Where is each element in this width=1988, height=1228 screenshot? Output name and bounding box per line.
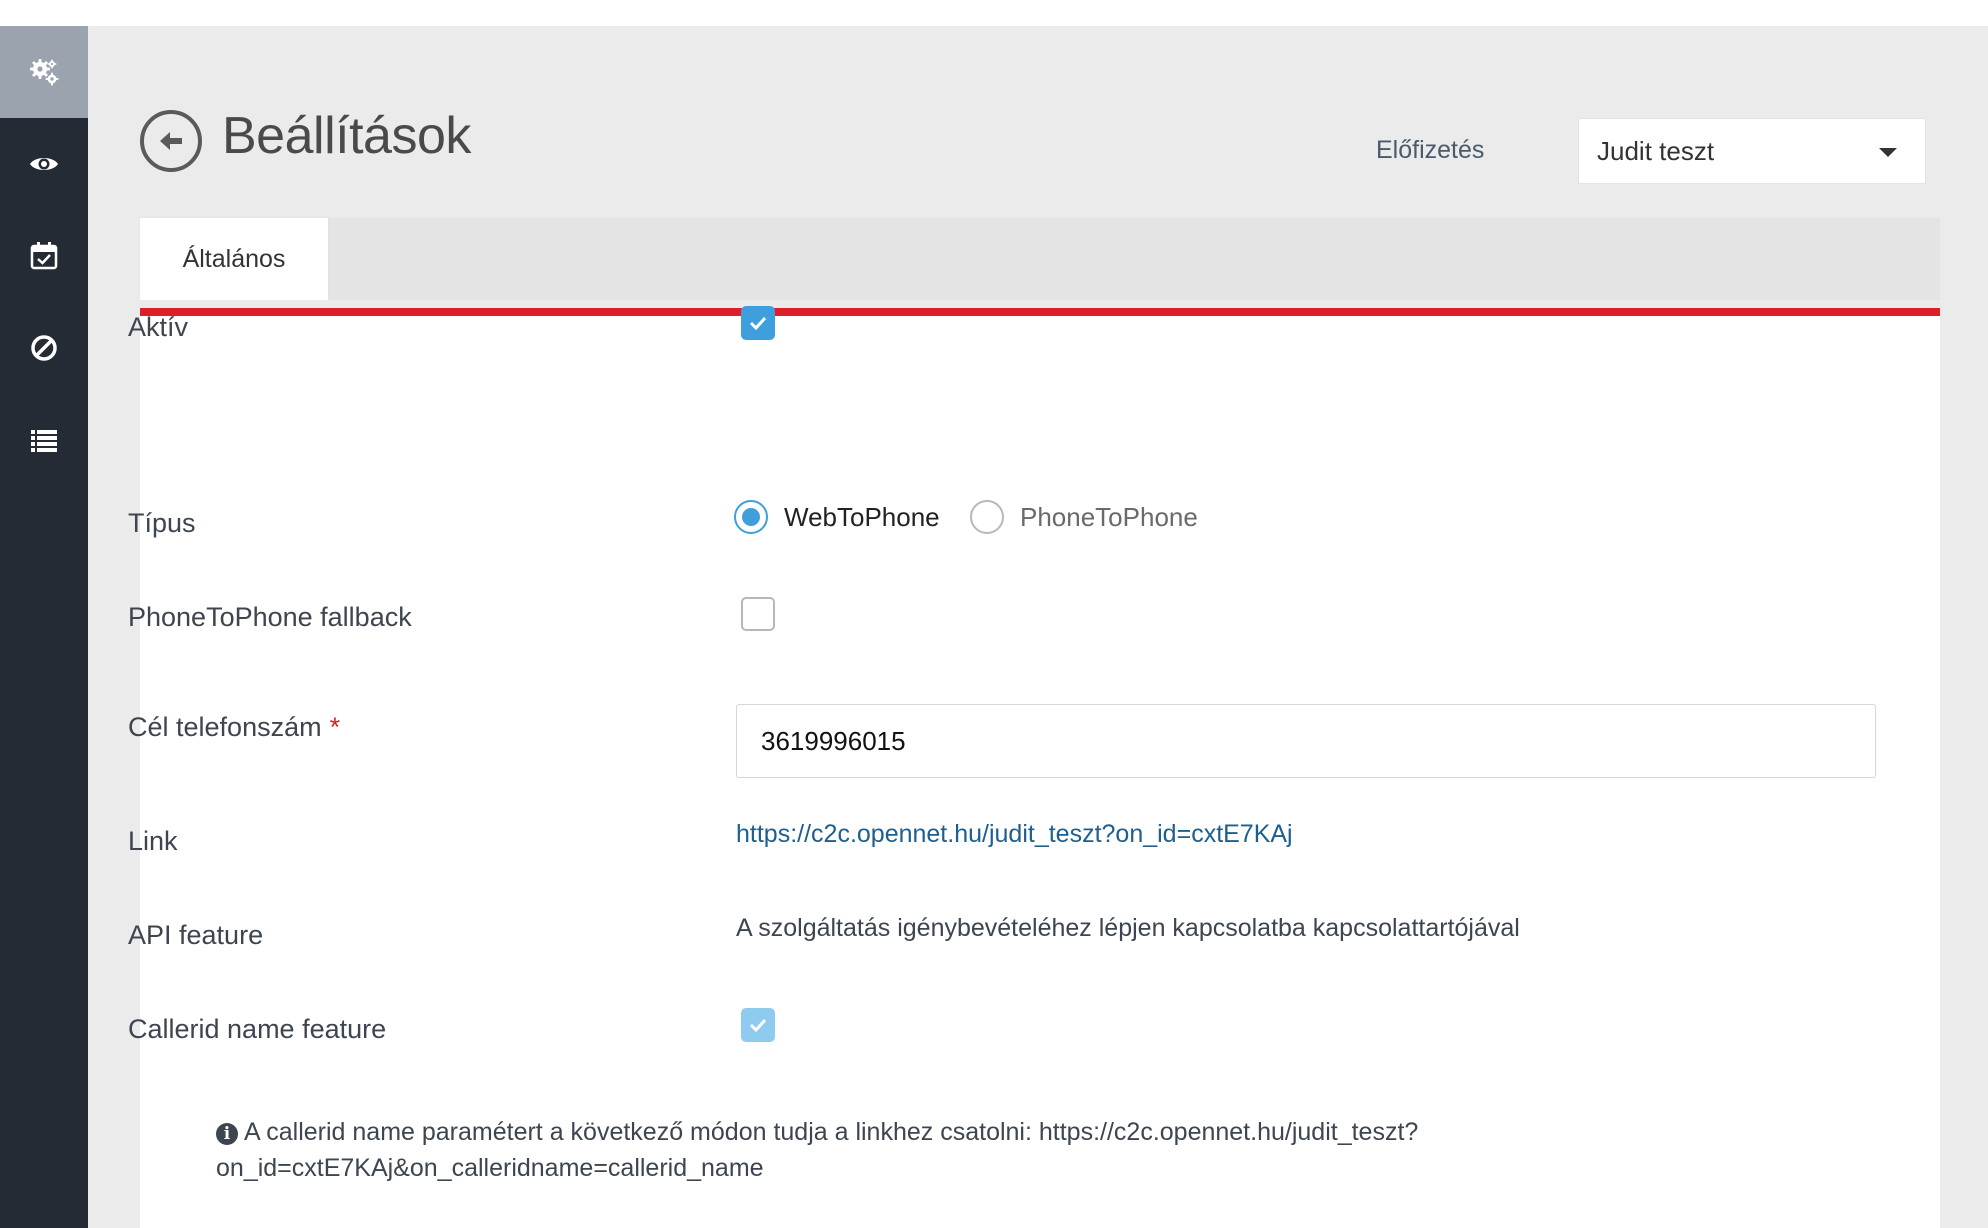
link-label: Link <box>128 826 178 856</box>
list-icon <box>31 430 57 452</box>
info-circle-icon: i <box>216 1123 238 1145</box>
target-phone-label: Cél telefonszám * <box>128 712 340 743</box>
api-feature-label: API feature <box>128 920 264 950</box>
checkmark-icon <box>749 1018 767 1033</box>
type-label: Típus <box>128 508 196 538</box>
radio-phonetophone-label: PhoneToPhone <box>1020 501 1198 532</box>
radio-phonetophone-circle[interactable] <box>970 500 1004 534</box>
subscription-label: Előfizetés <box>1376 136 1485 164</box>
c2c-link[interactable]: https://c2c.opennet.hu/judit_teszt?on_id… <box>736 820 1293 849</box>
sidebar-item-blocked[interactable] <box>0 302 88 394</box>
radio-webtophone[interactable]: WebToPhone <box>734 500 940 534</box>
tab-general-label: Általános <box>182 244 286 273</box>
subscription-select[interactable]: Judit teszt <box>1578 118 1926 184</box>
eye-icon <box>30 158 58 170</box>
arrow-left-icon <box>160 132 182 150</box>
top-strip <box>0 0 1988 26</box>
required-mark: * <box>329 712 341 742</box>
sidebar-item-list[interactable] <box>0 394 88 486</box>
tab-bar <box>140 218 1940 300</box>
callerid-label: Callerid name feature <box>128 1014 387 1044</box>
callerid-checkbox <box>741 1008 775 1042</box>
tab-active-underline <box>140 308 1940 316</box>
checkmark-icon <box>749 316 767 331</box>
api-feature-text: A szolgáltatás igénybevételéhez lépjen k… <box>736 914 1520 942</box>
radio-webtophone-label: WebToPhone <box>784 501 940 532</box>
fallback-label: PhoneToPhone fallback <box>128 602 412 632</box>
sidebar <box>0 26 88 1228</box>
radio-phonetophone[interactable]: PhoneToPhone <box>970 500 1198 534</box>
calendar-check-icon <box>30 242 58 270</box>
active-label: Aktív <box>128 312 189 342</box>
target-phone-input[interactable] <box>736 704 1876 778</box>
page-title: Beállítások <box>222 107 471 165</box>
sidebar-item-schedule[interactable] <box>0 210 88 302</box>
callerid-info: iA callerid name paramétert a következő … <box>216 1114 1516 1186</box>
back-button[interactable] <box>140 110 202 172</box>
radio-webtophone-circle[interactable] <box>734 500 768 534</box>
subscription-select-value: Judit teszt <box>1597 135 1715 166</box>
caret-down-icon <box>1879 148 1897 157</box>
sidebar-item-settings[interactable] <box>0 26 88 118</box>
sidebar-item-view[interactable] <box>0 118 88 210</box>
active-checkbox[interactable] <box>741 306 775 340</box>
gears-icon <box>30 59 59 86</box>
tab-general[interactable]: Általános <box>140 218 328 300</box>
callerid-info-text: A callerid name paramétert a következő m… <box>216 1118 1419 1182</box>
target-phone-label-text: Cél telefonszám <box>128 712 322 742</box>
fallback-checkbox[interactable] <box>741 597 775 631</box>
ban-icon <box>31 335 57 361</box>
